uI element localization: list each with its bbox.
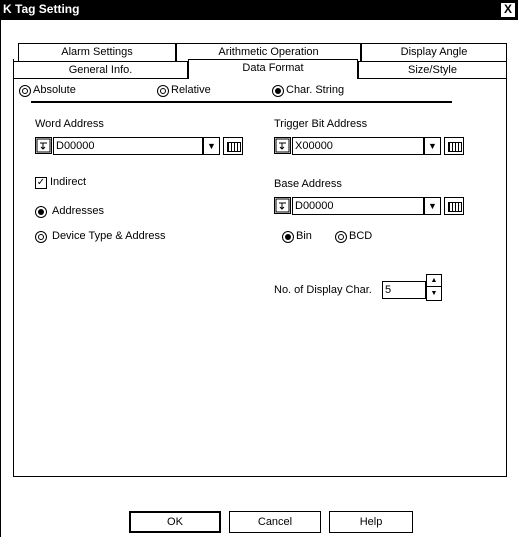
indirect-label: Indirect (50, 176, 87, 188)
trigger-bit-label: Trigger Bit Address (274, 118, 368, 130)
indirect-checkbox[interactable]: ✓ (35, 177, 47, 189)
bin-label: Bin (296, 230, 312, 242)
address-input-glyph (275, 138, 290, 153)
format-separator (31, 101, 452, 103)
bcd-label: BCD (349, 230, 373, 242)
absolute-label: Absolute (33, 84, 76, 96)
base-address-label: Base Address (274, 178, 342, 190)
title-bar[interactable]: K Tag Setting X (0, 0, 518, 20)
word-address-label: Word Address (35, 118, 104, 130)
word-address-input[interactable]: D00000 (53, 137, 203, 155)
display-chars-label: No. of Display Char. (274, 284, 372, 296)
trigger-bit-input[interactable]: X00000 (292, 137, 424, 155)
char-string-label: Char. String (286, 84, 345, 96)
display-chars-spinner[interactable]: ▲ ▼ (426, 274, 442, 301)
address-input-icon[interactable] (274, 137, 291, 154)
cancel-button[interactable]: Cancel (229, 511, 321, 533)
close-button[interactable]: X (500, 2, 516, 18)
chevron-down-icon[interactable]: ▼ (424, 137, 441, 155)
panel-top-border-left (13, 78, 188, 79)
absolute-radio[interactable] (19, 85, 31, 97)
relative-radio[interactable] (157, 85, 169, 97)
help-button[interactable]: Help (329, 511, 413, 533)
keypad-icon[interactable] (444, 137, 464, 155)
address-input-glyph (275, 198, 290, 213)
addresses-radio[interactable] (35, 206, 47, 218)
display-chars-input[interactable]: 5 (382, 281, 426, 299)
keypad-icon[interactable] (223, 137, 243, 155)
device-type-label: Device Type & Address (52, 230, 166, 242)
window-title: K Tag Setting (3, 2, 80, 16)
spin-down-icon[interactable]: ▼ (427, 288, 441, 300)
device-type-radio[interactable] (35, 231, 47, 243)
dialog-body: Alarm Settings Arithmetic Operation Disp… (0, 20, 518, 537)
addresses-label: Addresses (52, 205, 104, 217)
address-input-icon[interactable] (274, 197, 291, 214)
panel-top-border-right (358, 78, 507, 79)
bin-radio[interactable] (282, 231, 294, 243)
ok-button[interactable]: OK (129, 511, 221, 533)
chevron-down-icon[interactable]: ▼ (424, 197, 441, 215)
spin-up-icon[interactable]: ▲ (427, 275, 441, 287)
base-address-input[interactable]: D00000 (292, 197, 424, 215)
address-input-glyph (36, 138, 51, 153)
chevron-down-icon[interactable]: ▼ (203, 137, 220, 155)
keypad-icon[interactable] (444, 197, 464, 215)
char-string-radio[interactable] (272, 85, 284, 97)
address-input-icon[interactable] (35, 137, 52, 154)
bcd-radio[interactable] (335, 231, 347, 243)
relative-label: Relative (171, 84, 211, 96)
